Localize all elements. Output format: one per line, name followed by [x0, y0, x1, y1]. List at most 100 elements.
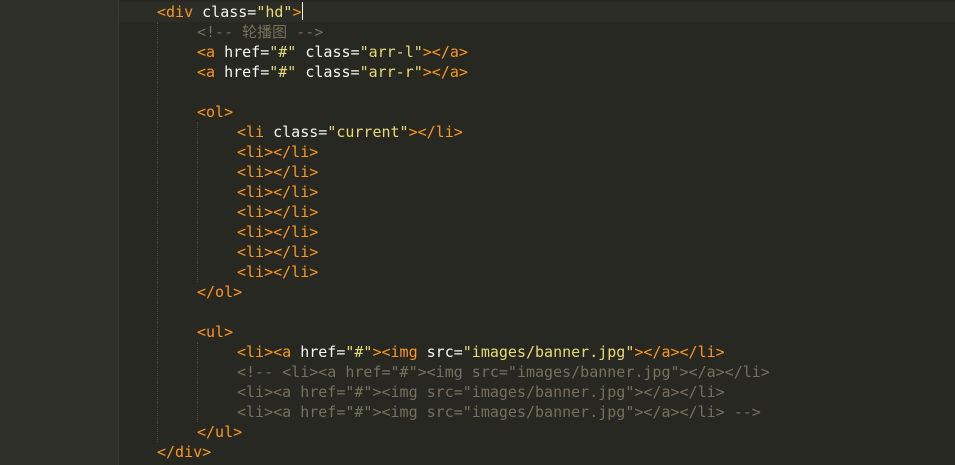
code-token: <li — [237, 123, 265, 141]
code-token: ></a> — [422, 63, 468, 81]
code-token: "images/banner.jpg" — [462, 343, 635, 361]
code-line[interactable]: </ol> — [157, 282, 955, 302]
code-line-content: <li></li> — [157, 163, 318, 181]
code-line-content: <li></li> — [157, 143, 318, 161]
indent-guide — [197, 222, 198, 242]
code-token: <li></li> — [237, 183, 319, 201]
indent-guide — [157, 82, 158, 102]
indent-guide — [157, 282, 158, 302]
code-line[interactable]: <!-- <li><a href="#"><img src="images/ba… — [157, 362, 955, 382]
indent-guide — [197, 182, 198, 202]
code-token: </div> — [157, 443, 212, 461]
indent-guide — [197, 202, 198, 222]
code-token: <li></li> — [237, 263, 319, 281]
code-line-content: <a href="#" class="arr-r"></a> — [157, 63, 468, 81]
indent-guide — [197, 262, 198, 282]
indent-guide — [157, 162, 158, 182]
code-line[interactable]: <li class="current"></li> — [157, 122, 955, 142]
code-line-content: </div> — [157, 443, 211, 461]
indent-guide — [197, 162, 198, 182]
code-token: ></a> — [422, 43, 468, 61]
code-line-content: <li></li> — [157, 223, 318, 241]
code-token: "current" — [327, 123, 409, 141]
code-line[interactable]: <div class="hd"> — [157, 2, 955, 22]
code-line[interactable]: <li><a href="#"><img src="images/banner.… — [157, 382, 955, 402]
code-line[interactable]: </ul> — [157, 422, 955, 442]
code-token: "hd" — [256, 3, 293, 21]
code-line[interactable]: <li></li> — [157, 242, 955, 262]
code-line[interactable] — [157, 302, 955, 322]
code-token: ></a></li> — [634, 343, 725, 361]
code-token: class= — [264, 123, 328, 141]
indent-guide — [157, 362, 158, 382]
code-token: ><img — [372, 343, 418, 361]
code-line[interactable]: </div> — [157, 442, 955, 462]
code-line-content: <!-- <li><a href="#"><img src="images/ba… — [157, 363, 770, 381]
code-line[interactable]: <ul> — [157, 322, 955, 342]
code-token: src= — [417, 343, 463, 361]
indent-guide — [157, 382, 158, 402]
indent-guide — [157, 142, 158, 162]
code-editor[interactable]: <div class="hd"> <!-- 轮播图 --> <a href="#" … — [0, 0, 955, 465]
gutter-separator — [118, 0, 119, 465]
code-line-content: </ul> — [157, 423, 242, 441]
indent-guide — [157, 402, 158, 422]
code-line[interactable]: <li><a href="#"><img src="images/banner.… — [157, 402, 955, 422]
code-token: <!-- <li><a href="#"><img src="images/ba… — [237, 363, 770, 381]
code-line[interactable]: <!-- 轮播图 --> — [157, 22, 955, 42]
code-token: <li></li> — [237, 163, 319, 181]
code-token: "arr-l" — [359, 43, 423, 61]
code-line-content — [157, 83, 197, 101]
code-line[interactable]: <li></li> — [157, 142, 955, 162]
code-line[interactable]: <li></li> — [157, 162, 955, 182]
code-line-content: <li><a href="#"><img src="images/banner.… — [157, 383, 725, 401]
code-line-content: <li><a href="#"><img src="images/banner.… — [157, 403, 761, 421]
indent-guide — [197, 382, 198, 402]
indent-guide — [157, 202, 158, 222]
code-line[interactable]: <a href="#" class="arr-l"></a> — [157, 42, 955, 62]
code-token: ></li> — [408, 123, 463, 141]
code-token: href= — [291, 343, 346, 361]
code-line[interactable]: <li></li> — [157, 182, 955, 202]
code-line-content: <a href="#" class="arr-l"></a> — [157, 43, 468, 61]
indent-guide — [157, 262, 158, 282]
code-line[interactable] — [157, 82, 955, 102]
code-line[interactable]: <li></li> — [157, 202, 955, 222]
code-token: > — [292, 3, 302, 21]
indent-guide — [197, 402, 198, 422]
code-line-content: <!-- 轮播图 --> — [157, 23, 323, 41]
indent-guide — [197, 362, 198, 382]
editor-gutter — [0, 0, 118, 465]
code-token: "#" — [269, 43, 297, 61]
code-line[interactable]: <a href="#" class="arr-r"></a> — [157, 62, 955, 82]
code-token: <ul> — [197, 323, 234, 341]
indent-guide — [157, 322, 158, 342]
code-token: <a — [197, 43, 216, 61]
code-line-content: <ul> — [157, 323, 233, 341]
code-line[interactable]: <ol> — [157, 102, 955, 122]
indent-guide — [157, 62, 158, 82]
code-token: class= — [296, 43, 360, 61]
code-line[interactable]: <li></li> — [157, 262, 955, 282]
code-line[interactable]: <li><a href="#"><img src="images/banner.… — [157, 342, 955, 362]
text-cursor — [301, 2, 303, 20]
code-line-content: <li></li> — [157, 203, 318, 221]
code-line-content: <li></li> — [157, 263, 318, 281]
code-token: <li><a href="#"><img src="images/banner.… — [237, 403, 761, 421]
code-line-content: <li class="current"></li> — [157, 123, 463, 141]
code-token: "#" — [269, 63, 297, 81]
code-area[interactable]: <div class="hd"> <!-- 轮播图 --> <a href="#" … — [157, 2, 955, 462]
indent-guide — [157, 242, 158, 262]
code-token: <!-- 轮播图 --> — [197, 23, 324, 41]
code-token: class= — [193, 3, 257, 21]
indent-guide — [197, 342, 198, 362]
code-token: <li></li> — [237, 243, 319, 261]
code-token: <li><a — [237, 343, 292, 361]
indent-guide — [157, 302, 158, 322]
code-line-content: <div class="hd"> — [157, 2, 303, 21]
code-token: "#" — [345, 343, 373, 361]
code-token: href= — [215, 63, 270, 81]
code-line[interactable]: <li></li> — [157, 222, 955, 242]
code-token: <li></li> — [237, 143, 319, 161]
code-line-content: <li></li> — [157, 183, 318, 201]
